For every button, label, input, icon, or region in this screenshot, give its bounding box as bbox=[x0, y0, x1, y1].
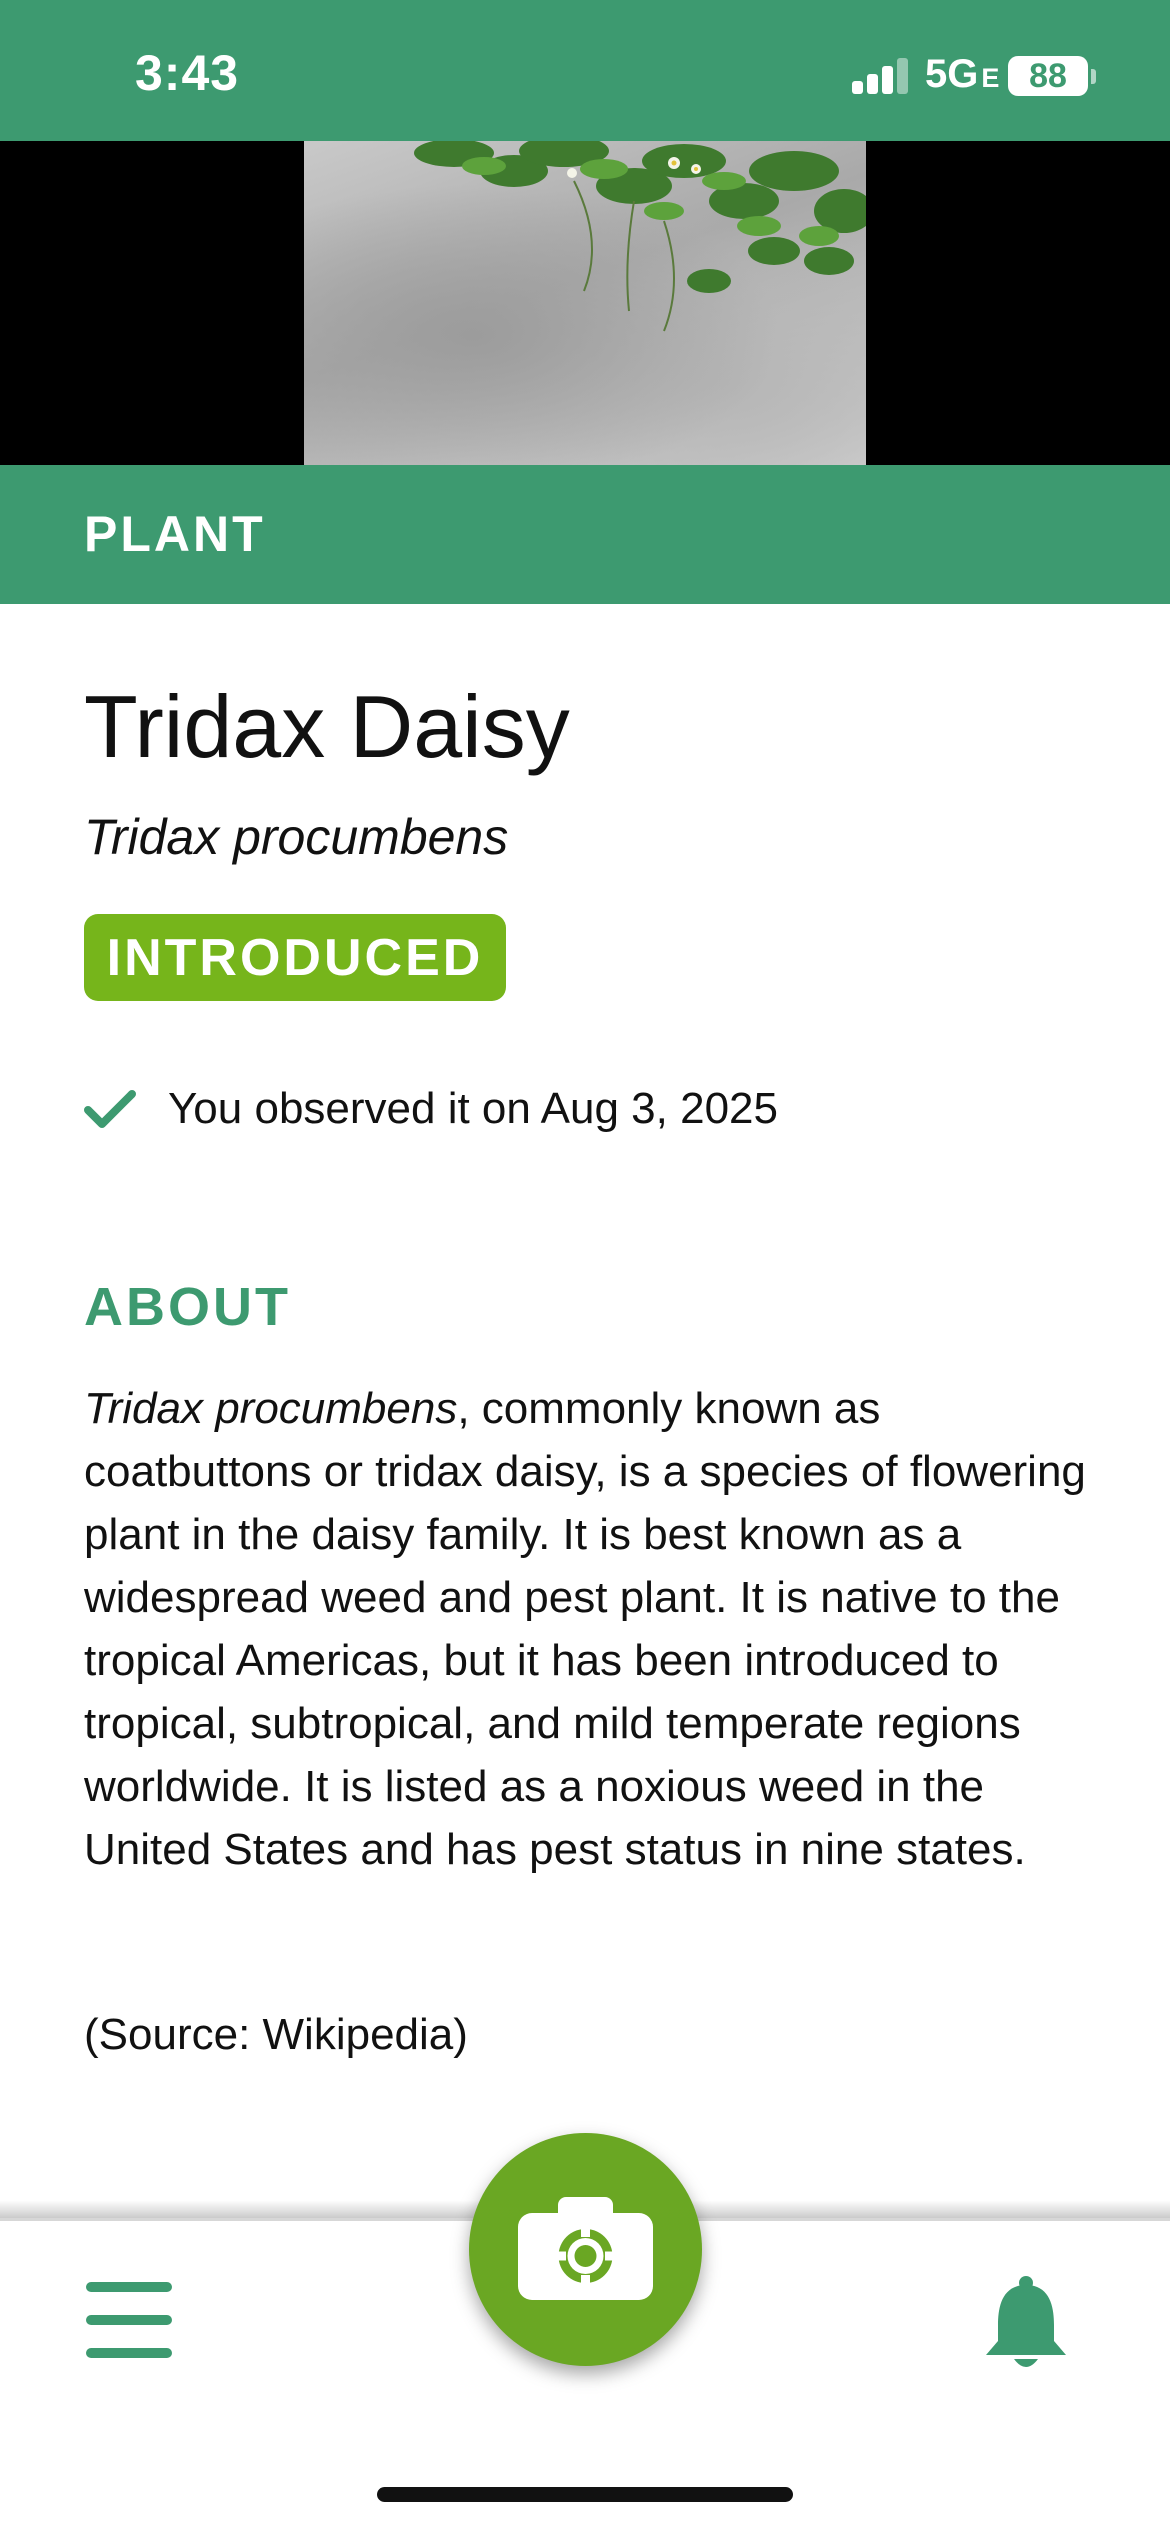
about-heading: ABOUT bbox=[84, 1277, 291, 1337]
bell-icon bbox=[986, 2276, 1066, 2367]
battery-level: 88 bbox=[1029, 56, 1067, 95]
menu-button[interactable] bbox=[86, 2282, 176, 2358]
cellular-signal-icon bbox=[852, 58, 910, 94]
plant-foliage-image bbox=[414, 141, 866, 332]
checkmark-icon bbox=[84, 1090, 136, 1128]
network-indicator: 5G E bbox=[925, 52, 1000, 96]
category-header: PLANT bbox=[0, 465, 1170, 604]
observation-photo[interactable] bbox=[304, 141, 866, 465]
status-bar: 3:43 5G E 88 bbox=[0, 0, 1170, 141]
status-badge: INTRODUCED bbox=[84, 914, 506, 1001]
home-indicator[interactable] bbox=[377, 2487, 793, 2502]
category-label: PLANT bbox=[84, 506, 266, 562]
photo-band bbox=[0, 141, 1170, 465]
camera-button[interactable] bbox=[469, 2133, 702, 2366]
battery-tip bbox=[1091, 69, 1096, 84]
notifications-button[interactable] bbox=[980, 2275, 1072, 2371]
battery-icon: 88 bbox=[1008, 56, 1088, 96]
status-time: 3:43 bbox=[135, 45, 240, 101]
about-body: , commonly known as coatbuttons or trida… bbox=[84, 1384, 1086, 1874]
source-citation: (Source: Wikipedia) bbox=[84, 2010, 468, 2059]
camera-icon bbox=[518, 2197, 653, 2300]
about-lead-italic: Tridax procumbens bbox=[84, 1384, 458, 1433]
common-name: Tridax Daisy bbox=[84, 677, 570, 776]
about-description: Tridax procumbens, commonly known as coa… bbox=[84, 1377, 1094, 1881]
scientific-name: Tridax procumbens bbox=[84, 809, 509, 865]
observed-row: You observed it on Aug 3, 2025 bbox=[84, 1080, 1084, 1140]
observed-text: You observed it on Aug 3, 2025 bbox=[168, 1084, 778, 1133]
